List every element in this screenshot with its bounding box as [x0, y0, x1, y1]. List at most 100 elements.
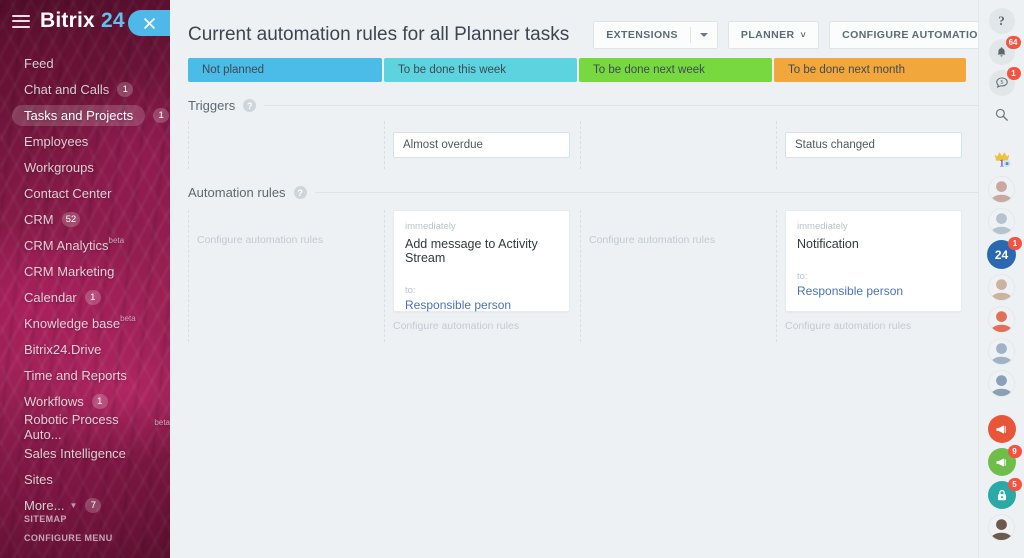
sidebar-item-employees[interactable]: Employees	[0, 128, 170, 154]
sidebar-item-feed[interactable]: Feed	[0, 50, 170, 76]
stage-bar: Not plannedTo be done this weekTo be don…	[188, 58, 1010, 82]
sidebar-item-robotic-process-auto[interactable]: Robotic Process Auto...beta	[0, 414, 170, 440]
trigger-column-2	[580, 121, 774, 169]
close-icon	[144, 18, 155, 29]
sidebar-item-counter: 52	[62, 212, 81, 227]
trigger-item[interactable]: Status changed	[785, 132, 962, 158]
hamburger-menu-icon[interactable]	[12, 15, 30, 28]
rail-chat-button[interactable]: 51	[989, 70, 1015, 96]
configure-rules-link[interactable]: Configure automation rules	[393, 320, 570, 332]
rail-avatar-button[interactable]	[988, 208, 1015, 235]
sidebar-item-label: Employees	[24, 134, 88, 149]
sidebar-item-crm[interactable]: CRM 52	[0, 206, 170, 232]
sidebar-item-time-and-reports[interactable]: Time and Reports	[0, 362, 170, 388]
sidebar-item-sites[interactable]: Sites	[0, 466, 170, 492]
rule-to-value[interactable]: Responsible person	[797, 284, 950, 298]
sidebar-item-label: Knowledge base	[24, 316, 120, 331]
extensions-dropdown-arrow[interactable]	[691, 22, 717, 48]
right-rail: ?645112419524	[978, 0, 1024, 558]
sidebar-item-label: Feed	[24, 56, 54, 71]
planner-button[interactable]: PLANNER ˅	[728, 21, 819, 49]
close-panel-button[interactable]	[128, 10, 170, 36]
page-title: Current automation rules for all Planner…	[188, 24, 569, 46]
help-icon[interactable]: ?	[243, 99, 256, 112]
left-sidebar: Bitrix 24 FeedChat and Calls1Tasks and P…	[0, 0, 170, 558]
beta-tag: beta	[120, 314, 136, 323]
sidebar-item-knowledge-base[interactable]: Knowledge basebeta	[0, 310, 170, 336]
rail-avatar-button[interactable]	[988, 338, 1015, 365]
rule-to-label: to:	[797, 271, 950, 282]
sidebar-item-label: CRM	[24, 212, 54, 227]
rail-avatar-button[interactable]	[988, 274, 1015, 301]
sidebar-item-counter: 1	[92, 394, 108, 409]
rail-lock-button[interactable]: 5	[988, 481, 1016, 509]
sidebar-configure-menu[interactable]: CONFIGURE MENU	[24, 533, 113, 543]
extensions-button[interactable]: EXTENSIONS	[593, 21, 718, 49]
sidebar-item-label: CRM Analytics	[24, 238, 109, 253]
configure-rules-placeholder[interactable]: Configure automation rules	[589, 210, 766, 246]
extensions-label: EXTENSIONS	[594, 22, 690, 48]
stage-0[interactable]: Not planned	[188, 58, 382, 82]
trigger-column-3: Status changed	[776, 121, 970, 169]
rail-avatar-button[interactable]	[988, 306, 1015, 333]
automation-rule-card[interactable]: immediatelyAdd message to Activity Strea…	[393, 210, 570, 312]
rail-notifications-button[interactable]: 64	[989, 39, 1015, 65]
rail-bitrix24-button[interactable]: 241	[987, 240, 1016, 269]
rule-timing: immediately	[405, 221, 558, 232]
sidebar-item-crm-marketing[interactable]: CRM Marketing	[0, 258, 170, 284]
sidebar-item-workgroups[interactable]: Workgroups	[0, 154, 170, 180]
sidebar-item-label: Workflows	[24, 394, 84, 409]
sidebar-sitemap[interactable]: SITEMAP	[24, 514, 113, 524]
sidebar-item-label: Workgroups	[24, 160, 94, 175]
triggers-title: Triggers	[188, 98, 235, 113]
rail-search-button[interactable]	[989, 101, 1015, 127]
trigger-column-0	[188, 121, 382, 169]
rule-to-value[interactable]: Responsible person	[405, 298, 558, 312]
rail-help-button[interactable]: ?	[989, 8, 1015, 34]
sidebar-item-chat-and-calls[interactable]: Chat and Calls1	[0, 76, 170, 102]
trigger-item[interactable]: Almost overdue	[393, 132, 570, 158]
divider	[264, 105, 1010, 106]
notification-badge: 5	[1008, 478, 1022, 491]
sidebar-item-label: Contact Center	[24, 186, 111, 201]
rule-column-1: immediatelyAdd message to Activity Strea…	[384, 210, 578, 342]
rail-avatar-button[interactable]	[988, 514, 1015, 541]
achievement-icon: 1	[989, 145, 1015, 171]
main-content: Current automation rules for all Planner…	[170, 0, 1024, 558]
sidebar-item-label: More...	[24, 498, 64, 513]
beta-tag: beta	[154, 418, 170, 427]
stage-3[interactable]: To be done next month	[774, 58, 966, 82]
sidebar-item-calendar[interactable]: Calendar1	[0, 284, 170, 310]
stage-2[interactable]: To be done next week	[579, 58, 772, 82]
stage-1[interactable]: To be done this week	[384, 58, 577, 82]
sidebar-item-crm-analytics[interactable]: CRM Analyticsbeta	[0, 232, 170, 258]
rail-avatar-button[interactable]	[988, 370, 1015, 397]
sidebar-item-tasks-and-projects[interactable]: Tasks and Projects1	[0, 102, 170, 128]
configure-rules-placeholder[interactable]: Configure automation rules	[197, 210, 374, 246]
help-icon[interactable]: ?	[294, 186, 307, 199]
rail-avatar-button[interactable]	[988, 176, 1015, 203]
trigger-column-1: Almost overdue	[384, 121, 578, 169]
trigger-label: Almost overdue	[403, 139, 483, 151]
sidebar-item-sales-intelligence[interactable]: Sales Intelligence	[0, 440, 170, 466]
rule-name: Notification	[797, 237, 950, 251]
chevron-down-icon	[700, 33, 708, 37]
search-icon	[989, 101, 1015, 127]
avatar	[988, 370, 1015, 397]
rail-megaphone-button[interactable]: 9	[988, 448, 1016, 476]
rail-megaphone-button[interactable]	[988, 415, 1016, 443]
rule-to-label: to:	[405, 285, 558, 296]
sidebar-footer: SITEMAP CONFIGURE MENU	[24, 514, 113, 552]
configure-rules-link[interactable]: Configure automation rules	[785, 320, 962, 332]
sidebar-item-counter: 7	[85, 498, 101, 513]
sidebar-item-bitrix24-drive[interactable]: Bitrix24.Drive	[0, 336, 170, 362]
sidebar-item-label: Tasks and Projects	[12, 105, 145, 126]
notification-badge: 64	[1006, 36, 1021, 49]
sidebar-item-workflows[interactable]: Workflows 1	[0, 388, 170, 414]
triggers-row: Almost overdue Status changed	[188, 121, 1010, 169]
automation-rule-card[interactable]: immediatelyNotificationto:Responsible pe…	[785, 210, 962, 312]
rail-achievement-button[interactable]: 1	[989, 145, 1015, 171]
sidebar-item-contact-center[interactable]: Contact Center	[0, 180, 170, 206]
toolbar-buttons: EXTENSIONS PLANNER ˅ CONFIGURE AUTOMATIO…	[593, 21, 1024, 49]
avatar	[988, 274, 1015, 301]
